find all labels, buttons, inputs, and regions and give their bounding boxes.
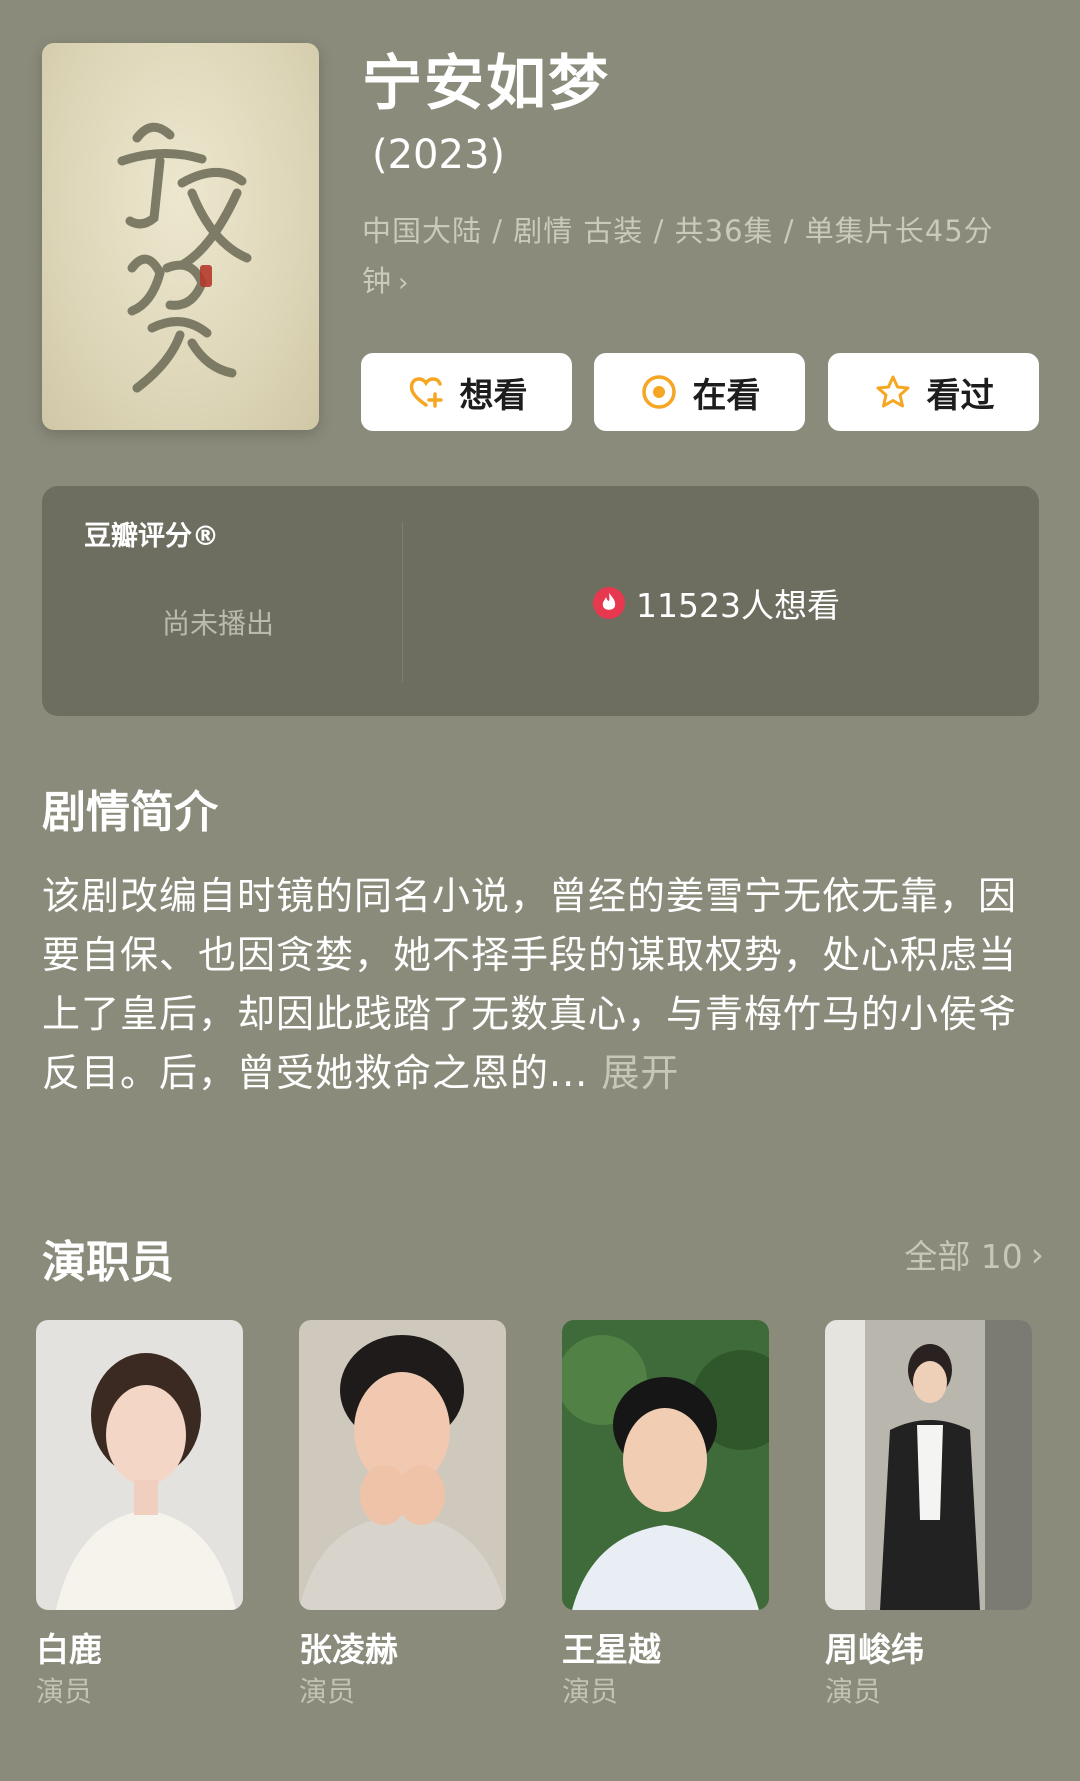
synopsis-heading: 剧情简介 [42,787,218,838]
cast-photo [562,1320,769,1610]
target-circle-icon [639,372,679,412]
watched-label: 看过 [926,375,995,416]
show-year: (2023) [372,132,506,178]
cast-heading: 演职员 [42,1237,174,1288]
douban-rating-title: 豆瓣评分® [84,521,219,552]
cast-photo [36,1320,243,1610]
expand-link[interactable]: 展开 [601,1051,679,1095]
show-title: 宁安如梦 [362,49,610,119]
cast-name: 周峻纬 [825,1630,924,1669]
show-meta-info[interactable]: 中国大陆 / 剧情 古装 / 共36集 / 单集片长45分钟 › [362,206,1022,308]
cast-role: 演员 [825,1675,882,1708]
poster-image[interactable] [42,43,319,430]
synopsis-text-block[interactable]: 该剧改编自时镜的同名小说，曾经的姜雪宁无依无靠，因要自保、也因贪婪，她不择手段的… [42,867,1032,1103]
cast-view-all-link[interactable]: 全部 10 › [904,1230,1044,1278]
watching-button[interactable]: 在看 [594,353,805,431]
wish-count: 11523人想看 [592,579,840,627]
meta-text: 中国大陆 / 剧情 古装 / 共36集 / 单集片长45分钟 [362,214,994,298]
chevron-right-icon: › [1030,1234,1044,1274]
poster-calligraphy-art [117,122,252,393]
want-to-watch-button[interactable]: 想看 [361,353,572,431]
cast-photo [825,1320,1032,1610]
cast-card[interactable]: 王星越 演员 [562,1320,769,1712]
cast-role: 演员 [36,1675,93,1708]
movie-detail-page: 宁安如梦 (2023) 中国大陆 / 剧情 古装 / 共36集 / 单集片长45… [0,0,1080,1781]
cast-name: 白鹿 [36,1630,102,1669]
cast-portrait-art [36,1320,243,1610]
cast-portrait-art [825,1320,1032,1610]
chevron-right-icon: › [398,268,410,298]
wish-count-text: 11523人想看 [636,586,840,625]
cast-portrait-art [562,1320,769,1610]
cast-role: 演员 [562,1675,619,1708]
fire-icon [592,586,626,620]
watching-label: 在看 [692,375,761,416]
synopsis-text: 该剧改编自时镜的同名小说，曾经的姜雪宁无依无靠，因要自保、也因贪婪，她不择手段的… [42,874,1018,1095]
cast-role: 演员 [299,1675,356,1708]
heart-plus-icon [406,372,446,412]
cast-card[interactable]: 白鹿 演员 [36,1320,243,1712]
star-icon [873,372,913,412]
rating-divider [402,522,403,682]
want-to-watch-label: 想看 [459,375,528,416]
cast-name: 王星越 [562,1630,661,1669]
cast-all-label: 全部 10 [904,1237,1023,1276]
cast-card[interactable]: 周峻纬 演员 [825,1320,1032,1712]
cast-card[interactable]: 张凌赫 演员 [299,1320,506,1712]
rating-card[interactable]: 豆瓣评分® 尚未播出 11523人想看 [42,486,1039,716]
watched-button[interactable]: 看过 [828,353,1039,431]
cast-photo [299,1320,506,1610]
cast-portrait-art [299,1320,506,1610]
cast-name: 张凌赫 [299,1630,398,1669]
rating-status: 尚未播出 [162,607,275,640]
